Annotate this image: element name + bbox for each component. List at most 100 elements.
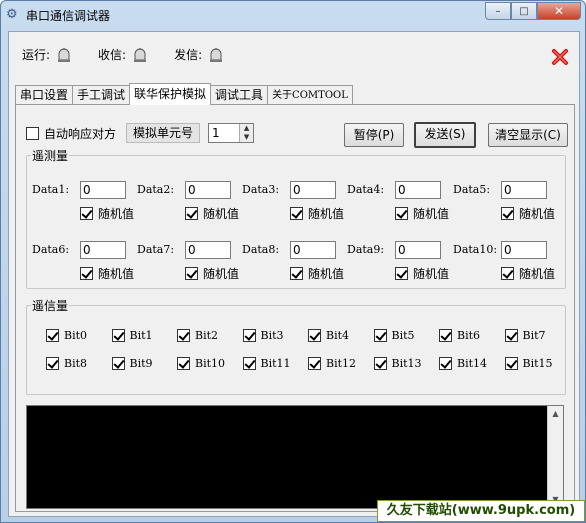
random-checkbox[interactable] [185,267,198,280]
app-icon[interactable]: ⚙ [6,7,22,23]
scroll-up-icon[interactable]: ▲ [548,406,563,422]
bit-label: Bit13 [391,357,422,370]
bit-label: Bit8 [64,357,88,370]
random-option[interactable]: 随机值 [501,265,555,282]
bit-option[interactable]: Bit9 [111,357,153,370]
tab-about[interactable]: 关于COMTOOL [267,85,353,105]
data-label: Data1: [32,183,70,196]
exit-icon[interactable] [551,48,569,66]
spin-arrows-icon[interactable]: ▲ ▼ [239,124,254,142]
data-input[interactable]: 0 [395,181,441,199]
pause-button[interactable]: 暂停(P) [344,123,404,147]
data-input[interactable]: 0 [501,181,547,199]
data-input[interactable]: 0 [80,181,126,199]
bit-checkbox[interactable] [177,357,190,370]
bit-option[interactable]: Bit14 [439,357,487,370]
bit-option[interactable]: Bit15 [504,357,553,370]
random-label: 随机值 [413,207,450,221]
telesignal-group: 遥信量 [26,297,566,395]
maximize-button[interactable]: □ [511,2,537,20]
bit-option[interactable]: Bit4 [308,329,349,342]
bit-option[interactable]: Bit6 [439,329,480,342]
data-input[interactable]: 0 [501,241,547,259]
run-lamp-icon [56,47,72,63]
random-option[interactable]: 随机值 [290,265,344,282]
bit-label: Bit0 [64,329,88,342]
random-checkbox[interactable] [395,207,408,220]
bit-checkbox[interactable] [504,357,518,370]
random-checkbox[interactable] [501,207,514,220]
bit-option[interactable]: Bit8 [46,357,87,370]
bit-option[interactable]: Bit12 [308,357,356,370]
random-option[interactable]: 随机值 [185,265,239,282]
data-label: Data5: [453,183,491,196]
bit-checkbox[interactable] [308,329,321,342]
random-option[interactable]: 随机值 [80,205,134,222]
bit-checkbox[interactable] [308,357,321,370]
tab-serial-settings[interactable]: 串口设置 [15,85,74,105]
bit-option[interactable]: Bit2 [177,329,218,342]
bit-option[interactable]: Bit1 [111,329,153,342]
bit-checkbox[interactable] [373,329,387,342]
random-checkbox[interactable] [290,207,303,220]
bit-label: Bit5 [391,329,415,342]
random-checkbox[interactable] [501,267,514,280]
clear-button[interactable]: 清空显示(C) [488,123,568,147]
bit-option[interactable]: Bit5 [373,329,415,342]
bit-checkbox[interactable] [439,329,452,342]
random-option[interactable]: 随机值 [395,265,449,282]
data-label: Data3: [242,183,280,196]
tab-manual-debug[interactable]: 手工调试 [72,85,131,105]
minimize-button[interactable]: – [485,2,511,20]
data-label: Data6: [32,243,70,256]
unit-spinner[interactable]: 1 ▲ ▼ [208,123,255,143]
random-checkbox[interactable] [290,267,303,280]
bit-checkbox[interactable] [242,329,256,342]
bit-checkbox[interactable] [439,357,452,370]
bit-option[interactable]: Bit11 [242,357,291,370]
tab-debug-tools[interactable]: 调试工具 [210,85,269,105]
bit-option[interactable]: Bit13 [373,357,422,370]
tab-protection-sim[interactable]: 联华保护模拟 [129,83,212,105]
recv-label: 收信: [98,48,127,62]
bit-label: Bit15 [522,357,553,370]
random-option[interactable]: 随机值 [501,205,555,222]
output-console[interactable]: ▲ ▼ [26,405,564,509]
random-checkbox[interactable] [395,267,408,280]
bit-checkbox[interactable] [177,329,190,342]
bit-option[interactable]: Bit3 [242,329,284,342]
telemetry-legend: 遥测量 [32,149,69,163]
random-checkbox[interactable] [80,207,93,220]
bit-checkbox[interactable] [46,357,59,370]
data-input[interactable]: 0 [395,241,441,259]
data-input[interactable]: 0 [290,181,336,199]
bit-option[interactable]: Bit7 [504,329,546,342]
bit-option[interactable]: Bit10 [177,357,225,370]
data-input[interactable]: 0 [290,241,336,259]
random-label: 随机值 [413,267,450,281]
random-option[interactable]: 随机值 [290,205,344,222]
random-label: 随机值 [519,267,556,281]
random-checkbox[interactable] [185,207,198,220]
bit-checkbox[interactable] [46,329,59,342]
random-option[interactable]: 随机值 [185,205,239,222]
data-input[interactable]: 0 [185,181,231,199]
bit-checkbox[interactable] [242,357,256,370]
random-checkbox[interactable] [80,267,93,280]
bit-checkbox[interactable] [373,357,387,370]
random-option[interactable]: 随机值 [395,205,449,222]
console-scrollbar[interactable]: ▲ ▼ [547,406,563,508]
bit-checkbox[interactable] [504,329,518,342]
bit-checkbox[interactable] [111,329,125,342]
data-input[interactable]: 0 [80,241,126,259]
auto-respond-checkbox[interactable] [26,126,39,140]
send-lamp-icon [208,47,224,63]
bit-option[interactable]: Bit0 [46,329,87,342]
bit-checkbox[interactable] [111,357,125,370]
close-button[interactable]: ✕ [537,2,581,20]
title-bar[interactable]: ⚙ 串口通信调试器 – □ ✕ [1,1,585,29]
data-input[interactable]: 0 [185,241,231,259]
send-button[interactable]: 发送(S) [414,122,476,148]
random-option[interactable]: 随机值 [80,265,134,282]
data-label: Data10: [453,243,498,256]
